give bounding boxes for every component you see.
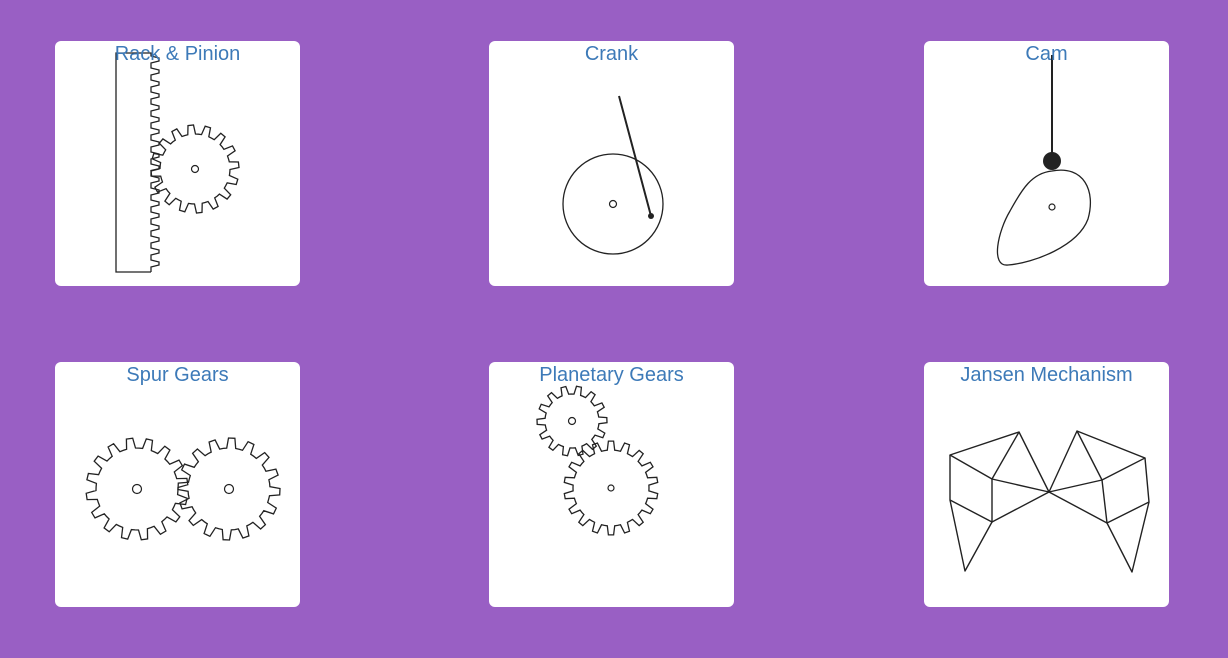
card-jansen-mechanism[interactable]: Jansen Mechanism — [924, 362, 1169, 607]
crank-axle — [608, 199, 618, 209]
sun-gear-axle — [607, 484, 615, 492]
card-title-rack-and-pinion: Rack & Pinion — [114, 43, 241, 65]
card-title-planetary-gears: Planetary Gears — [539, 364, 684, 386]
card-title-cam: Cam — [1025, 43, 1068, 65]
crank-drawing — [562, 95, 664, 255]
pinion-gear — [150, 124, 240, 214]
cam-axle — [1048, 203, 1056, 211]
rack-and-pinion-drawing — [115, 52, 240, 273]
card-title-spur-gears: Spur Gears — [126, 364, 229, 386]
crank-pin — [648, 213, 654, 219]
card-title-jansen-mechanism: Jansen Mechanism — [960, 364, 1133, 386]
pinion-axle — [190, 164, 200, 174]
card-crank[interactable]: Crank — [489, 41, 734, 286]
planet-gear-axle — [567, 416, 577, 426]
card-rack-and-pinion[interactable]: Rack & Pinion — [55, 41, 300, 286]
crank-rod — [618, 95, 652, 217]
card-planetary-gears[interactable]: Planetary Gears — [489, 362, 734, 607]
jansen-leg-left — [949, 431, 1050, 572]
planet-gear — [536, 385, 608, 457]
cam-follower-ball — [1043, 152, 1061, 170]
rack-shape — [115, 52, 160, 273]
spur-gear-right-axle — [223, 483, 235, 495]
card-spur-gears[interactable]: Spur Gears — [55, 362, 300, 607]
spur-gear-left-axle — [131, 483, 143, 495]
spur-gear-left — [85, 437, 189, 541]
cam-drawing — [996, 55, 1092, 266]
jansen-leg-right — [1048, 430, 1150, 573]
planetary-gears-drawing — [536, 385, 659, 536]
card-title-crank: Crank — [584, 43, 639, 65]
spur-gears-drawing — [85, 437, 281, 541]
jansen-mechanism-drawing — [949, 430, 1150, 573]
card-cam[interactable]: Cam — [924, 41, 1169, 286]
cam-lobe — [996, 169, 1092, 266]
spur-gear-right — [177, 437, 281, 541]
